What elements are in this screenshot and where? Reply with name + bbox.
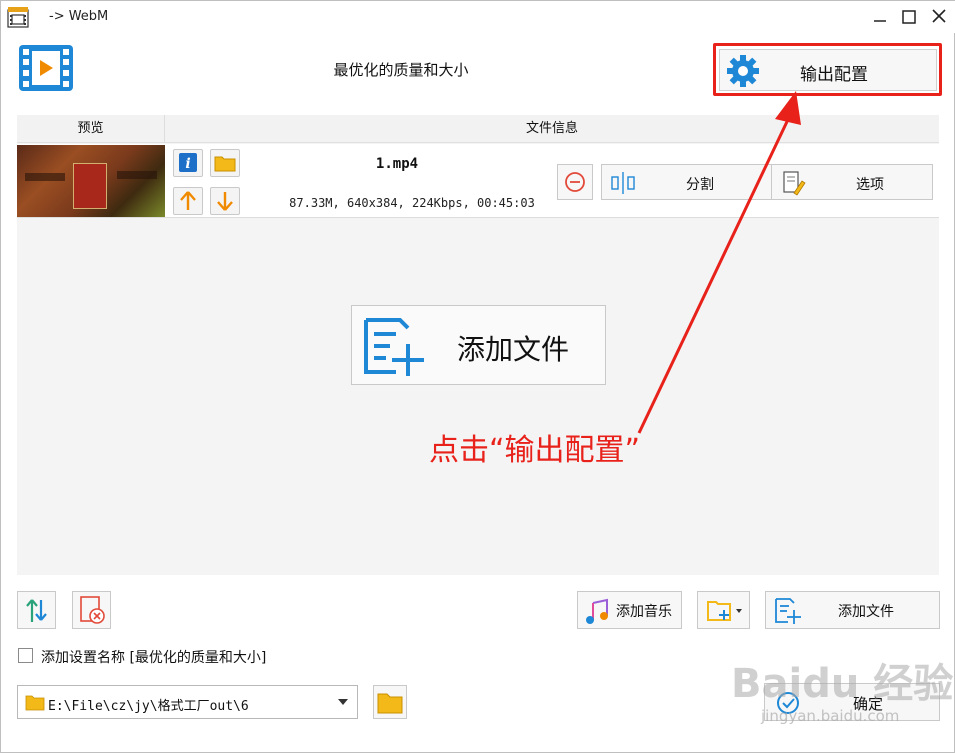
file-name: 1.mp4 [375, 156, 419, 172]
clear-list-button[interactable] [72, 591, 111, 629]
folder-icon [25, 695, 45, 711]
chevron-down-icon [338, 699, 348, 705]
add-folder-dropdown-button[interactable] [697, 591, 750, 629]
sort-arrows-icon [26, 599, 47, 622]
column-preview: 预览 [17, 115, 165, 143]
info-button[interactable]: i [173, 149, 203, 177]
add-file-button[interactable]: 添加文件 [765, 591, 940, 629]
column-file-info: 文件信息 [525, 121, 578, 136]
video-thumbnail [17, 145, 165, 217]
add-music-label: 添加音乐 [616, 604, 672, 620]
profile-title: 最优化的质量和大小 [333, 61, 469, 79]
arrow-up-icon [180, 191, 196, 210]
annotation-text: 点击“输出配置” [429, 433, 641, 468]
output-path-select[interactable]: E:\File\cz\jy\格式工厂out\6 [17, 685, 358, 719]
add-file-center-label: 添加文件 [457, 333, 570, 366]
add-file-icon [775, 598, 801, 624]
add-file-icon [364, 318, 424, 376]
info-icon: i [179, 153, 197, 172]
minus-circle-icon [565, 172, 585, 192]
remove-button[interactable] [557, 164, 593, 200]
output-path-value: E:\File\cz\jy\格式工厂out\6 [48, 699, 249, 714]
folder-icon [214, 156, 236, 172]
folder-icon [377, 693, 403, 714]
add-music-button[interactable]: 添加音乐 [577, 591, 682, 629]
add-setting-name-checkbox[interactable] [18, 648, 33, 663]
music-note-icon [586, 598, 608, 624]
add-file-center-button[interactable]: 添加文件 [351, 305, 606, 385]
move-up-button[interactable] [173, 187, 203, 215]
app-icon [7, 7, 29, 28]
watermark-brand: Baidu 经验 [731, 661, 954, 707]
sort-button[interactable] [17, 591, 56, 629]
add-setting-name-label: 添加设置名称 [最优化的质量和大小] [41, 650, 267, 666]
arrow-down-icon [217, 192, 233, 211]
window-title: -> WebM [49, 9, 109, 24]
clear-icon [80, 596, 105, 624]
watermark-url: jingyan.baidu.com [761, 707, 900, 725]
add-folder-icon [707, 601, 742, 621]
minimize-icon[interactable] [869, 7, 891, 27]
annotation-arrow [637, 91, 801, 434]
svg-text:i: i [185, 156, 190, 172]
close-icon[interactable] [928, 7, 950, 27]
maximize-icon[interactable] [898, 7, 920, 27]
file-metadata: 87.33M, 640x384, 224Kbps, 00:45:03 [289, 196, 535, 210]
options-label: 选项 [856, 177, 884, 193]
video-format-icon [19, 45, 73, 91]
main-window: -> WebM 最优化的质量和大小 输出配置 预览 文件信息 i 1.mp4 8… [0, 0, 955, 753]
browse-folder-button[interactable] [373, 685, 407, 719]
title-bar: -> WebM [1, 1, 955, 33]
add-file-label: 添加文件 [838, 604, 894, 620]
move-down-button[interactable] [210, 187, 240, 215]
open-folder-button[interactable] [210, 149, 240, 177]
